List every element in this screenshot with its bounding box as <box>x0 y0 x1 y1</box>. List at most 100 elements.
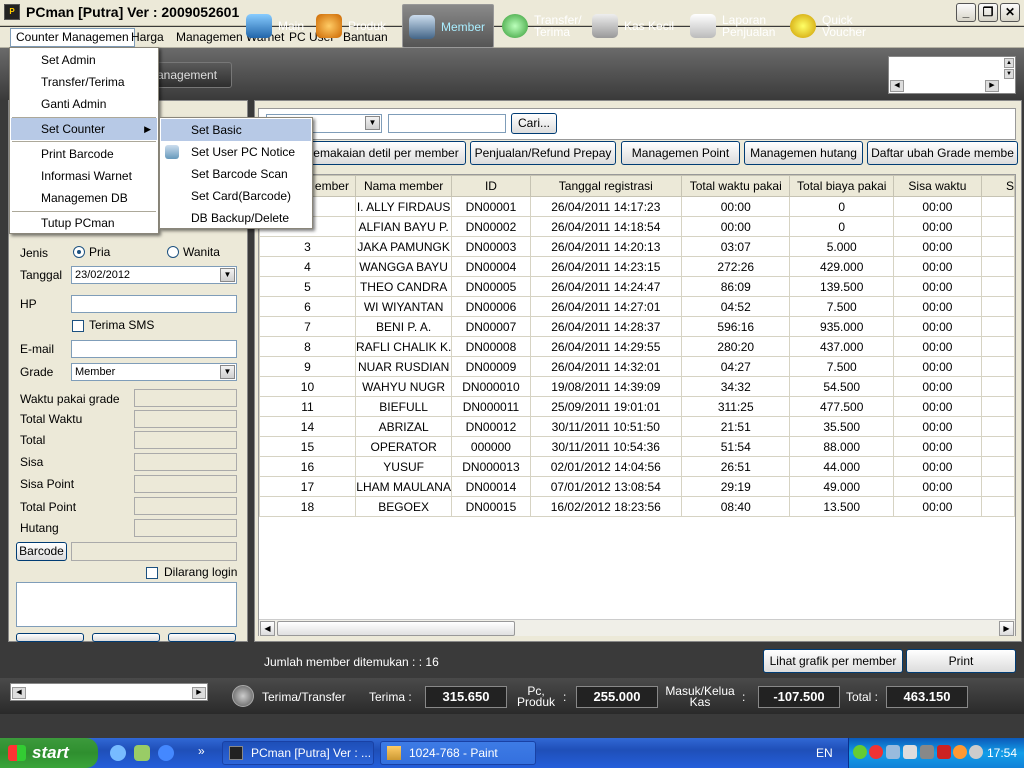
tanggal-field[interactable]: 23/02/2012 ▼ <box>71 266 237 284</box>
table-row[interactable]: 17 LHAM MAULANA DN00014 07/01/2012 13:08:54… <box>259 476 1015 497</box>
scroll-right-icon[interactable]: ▶ <box>985 80 999 92</box>
toolbar-member[interactable]: Member <box>402 4 494 48</box>
toolbar-main[interactable]: Main <box>240 4 308 48</box>
toolbar-kas-kecil[interactable]: Kas Kecil <box>586 4 682 48</box>
tray-app-icon[interactable] <box>853 745 867 759</box>
toolbar-laporan-penjualan[interactable]: Laporan Penjualan <box>684 4 782 48</box>
submenu-item-set-barcode-scan[interactable]: Set Barcode Scan <box>161 163 311 185</box>
email-field[interactable] <box>71 340 237 358</box>
table-row[interactable]: I. ALLY FIRDAUS DN00001 26/04/2011 14:17:2… <box>259 196 1015 217</box>
submenu-item-set-card-barcode[interactable]: Set Card(Barcode) <box>161 185 311 207</box>
taskbar-pcman[interactable]: PCman [Putra] Ver : ... <box>222 741 374 765</box>
scroll-right-icon[interactable]: ▶ <box>192 687 206 699</box>
internet-explorer-icon[interactable] <box>158 745 174 761</box>
language-indicator[interactable]: EN <box>816 746 833 760</box>
col-nama-member[interactable]: Nama member <box>354 175 453 197</box>
tray-app-icon[interactable] <box>903 745 917 759</box>
toolbar-quick-voucher[interactable]: Quick Voucher <box>784 4 872 48</box>
tray-app-icon[interactable] <box>886 745 900 759</box>
col-total-biaya-pakai[interactable]: Total biaya pakai <box>789 175 894 197</box>
table-row[interactable]: 11 BIEFULL DN000011 25/09/2011 19:01:01 311:… <box>259 396 1015 417</box>
counter-management-button[interactable]: anagement <box>150 62 232 88</box>
scroll-right-icon[interactable]: ▶ <box>999 621 1014 636</box>
pemakaian-detil-button[interactable]: emakaian detil per member <box>306 141 466 165</box>
restore-button[interactable]: ❐ <box>978 3 998 22</box>
dilarang-login-checkbox[interactable] <box>146 567 158 579</box>
table-row[interactable]: 6 WI WIYANTAN DN00006 26/04/2011 14:27:01 04… <box>259 296 1015 317</box>
notes-textarea[interactable] <box>16 582 237 627</box>
tray-app-icon[interactable] <box>937 745 951 759</box>
menu-item-transfer-terima[interactable]: Transfer/Terima <box>11 71 157 93</box>
toolbar-transfer-terima[interactable]: Transfer/ Terima <box>496 4 584 48</box>
clock[interactable]: 17:54 <box>987 746 1017 760</box>
table-row[interactable]: 16 YUSUF DN000013 02/01/2012 14:04:56 26:51 4… <box>259 456 1015 477</box>
submenu-item-set-user-pc-notice[interactable]: Set User PC Notice <box>161 141 311 163</box>
table-row[interactable]: 18 BEGOEX DN00015 16/02/2012 18:23:56 08:40 1… <box>259 496 1015 517</box>
table-row[interactable]: 5 THEO CANDRA DN00005 26/04/2011 14:24:47 86… <box>259 276 1015 297</box>
col-id[interactable]: ID <box>451 175 531 197</box>
scroll-down-icon[interactable]: ▼ <box>1004 69 1014 79</box>
lihat-grafik-button[interactable]: Lihat grafik per member <box>763 649 903 673</box>
col-tanggal-registrasi[interactable]: Tanggal registrasi <box>529 175 683 197</box>
barcode-button[interactable]: Barcode <box>16 542 67 561</box>
chevron-down-icon[interactable]: ▼ <box>220 268 235 282</box>
col-sisa-waktu[interactable]: Sisa waktu <box>892 175 982 197</box>
terima-sms-checkbox[interactable] <box>72 320 84 332</box>
form-button-3[interactable] <box>168 633 236 642</box>
tray-app-icon[interactable] <box>953 745 967 759</box>
table-row[interactable]: 3 JAKA PAMUNGK DN00003 26/04/2011 14:20:13 0… <box>259 236 1015 257</box>
menu-item-print-barcode[interactable]: Print Barcode <box>11 143 157 165</box>
chevron-down-icon[interactable]: ▼ <box>220 365 235 379</box>
table-row[interactable]: 4 WANGGA BAYU DN00004 26/04/2011 14:23:15 27… <box>259 256 1015 277</box>
grade-select[interactable]: Member ▼ <box>71 363 237 381</box>
table-row[interactable]: 10 WAHYU NUGR DN000010 19/08/2011 14:39:09 3… <box>259 376 1015 397</box>
menu-harga[interactable]: Harga <box>126 30 169 46</box>
quicklaunch-more-icon[interactable]: » <box>198 744 205 758</box>
table-row[interactable]: ALFIAN BAYU P. DN00002 26/04/2011 14:18:54… <box>259 216 1015 237</box>
search-button[interactable]: Cari... <box>511 113 557 134</box>
close-button[interactable]: ✕ <box>1000 3 1020 22</box>
hp-field[interactable] <box>71 295 237 313</box>
menu-item-set-admin[interactable]: Set Admin <box>11 49 157 71</box>
menu-counter-managemen[interactable]: Counter Managemen <box>10 28 135 47</box>
scroll-up-icon[interactable]: ▲ <box>1004 58 1014 68</box>
scroll-left-icon[interactable]: ◀ <box>260 621 275 636</box>
menu-item-ganti-admin[interactable]: Ganti Admin <box>11 93 157 115</box>
print-button[interactable]: Print <box>906 649 1016 673</box>
search-input[interactable] <box>388 114 506 133</box>
tray-app-icon[interactable] <box>920 745 934 759</box>
quicklaunch-browser-icon[interactable] <box>110 745 126 761</box>
submenu-item-db-backup-delete[interactable]: DB Backup/Delete <box>161 207 311 229</box>
pria-radio[interactable] <box>73 246 85 258</box>
minimize-button[interactable]: _ <box>956 3 976 22</box>
tray-app-icon[interactable] <box>969 745 983 759</box>
toolbar-produk[interactable]: Produk <box>310 4 396 48</box>
tray-app-icon[interactable] <box>869 745 883 759</box>
scroll-left-icon[interactable]: ◀ <box>890 80 904 92</box>
scroll-left-icon[interactable]: ◀ <box>12 687 26 699</box>
daftar-ubah-grade-button[interactable]: Daftar ubah Grade membe <box>867 141 1018 165</box>
table-row[interactable]: 9 NUAR RUSDIAN DN00009 26/04/2011 14:32:01 0… <box>259 356 1015 377</box>
penjualan-refund-button[interactable]: Penjualan/Refund Prepay <box>470 141 616 165</box>
managemen-hutang-button[interactable]: Managemen hutang <box>744 141 863 165</box>
col-total-waktu-pakai[interactable]: Total waktu pakai <box>681 175 791 197</box>
menu-item-tutup-pcman[interactable]: Tutup PCman <box>11 212 157 234</box>
form-button-2[interactable] <box>92 633 160 642</box>
refresh-icon[interactable] <box>232 685 254 707</box>
taskbar-paint[interactable]: 1024-768 - Paint <box>380 741 536 765</box>
table-row[interactable]: 7 BENI P. A. DN00007 26/04/2011 14:28:37 596… <box>259 316 1015 337</box>
table-horizontal-scrollbar[interactable]: ◀ ▶ <box>259 619 1015 636</box>
quicklaunch-users-icon[interactable] <box>134 745 150 761</box>
start-button[interactable]: start <box>0 738 98 768</box>
wanita-radio[interactable] <box>167 246 179 258</box>
table-row[interactable]: 14 ABRIZAL DN00012 30/11/2011 10:51:50 21:51… <box>259 416 1015 437</box>
menu-item-set-counter[interactable]: Set Counter ▶ <box>11 118 157 140</box>
managemen-point-button[interactable]: Managemen Point <box>621 141 740 165</box>
table-row[interactable]: 8 RAFLI CHALIK K. DN00008 26/04/2011 14:29:… <box>259 336 1015 357</box>
submenu-item-set-basic[interactable]: Set Basic <box>161 119 311 141</box>
menu-item-informasi-warnet[interactable]: Informasi Warnet <box>11 165 157 187</box>
table-row[interactable]: 15 OPERATOR 000000 30/11/2011 10:54:36 51:54… <box>259 436 1015 457</box>
menu-item-managemen-db[interactable]: Managemen DB <box>11 187 157 209</box>
chevron-down-icon[interactable]: ▼ <box>365 116 380 130</box>
form-button-1[interactable] <box>16 633 84 642</box>
